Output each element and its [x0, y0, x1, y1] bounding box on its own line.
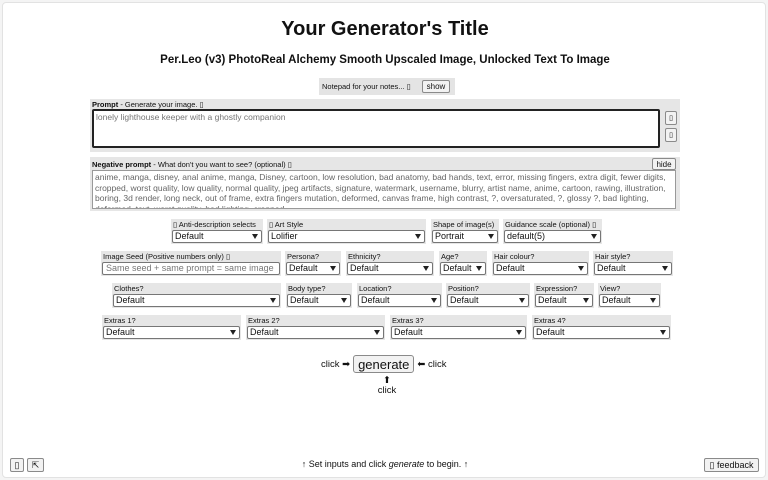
position-select[interactable]: Default: [447, 294, 529, 307]
generate-right-hint: ⬅ click: [417, 358, 447, 370]
footer-instruction-em: generate: [388, 459, 425, 469]
art-style-label: ▯ Art Style: [269, 220, 304, 229]
page-title: Your Generator's Title: [281, 18, 489, 40]
generate-left-hint: click ➡: [321, 358, 351, 370]
extras-2-select[interactable]: Default: [247, 326, 384, 339]
clothes-field: Clothes? Default: [112, 283, 281, 308]
extras-2-field: Extras 2? Default: [246, 315, 385, 340]
ethnicity-field: Ethnicity? Default: [346, 251, 434, 276]
age-select[interactable]: Default: [440, 262, 486, 275]
notepad-show-button[interactable]: show: [422, 80, 450, 93]
guidance-select[interactable]: default(5): [504, 230, 601, 243]
persona-select[interactable]: Default: [286, 262, 340, 275]
expression-select[interactable]: Default: [535, 294, 593, 307]
generate-button[interactable]: generate: [353, 355, 415, 373]
anti-description-select[interactable]: Default: [172, 230, 262, 243]
art-style-field: ▯ Art Style Lolifier: [267, 219, 426, 244]
art-style-select[interactable]: Lolifier: [268, 230, 425, 243]
footer-left-button[interactable]: ▯: [10, 458, 24, 472]
anti-description-label: ▯ Anti-description selects: [173, 220, 256, 229]
negative-prompt-label-bold: Negative prompt: [92, 160, 152, 169]
prompt-label-rest: - Generate your image. ▯: [118, 100, 204, 109]
generate-below-hint: ⬆ click: [375, 376, 399, 396]
expand-icon[interactable]: ⇱: [27, 458, 44, 472]
view-field: View? Default: [598, 283, 661, 308]
prompt-label-bold: Prompt: [92, 100, 119, 109]
clothes-select[interactable]: Default: [113, 294, 280, 307]
clothes-label: Clothes?: [114, 284, 144, 293]
age-field: Age? Default: [439, 251, 487, 276]
location-label: Location?: [359, 284, 392, 293]
location-field: Location? Default: [357, 283, 442, 308]
extras-3-select[interactable]: Default: [391, 326, 526, 339]
extras-1-select[interactable]: Default: [103, 326, 240, 339]
footer-instruction-post: to begin. ↑: [424, 459, 469, 469]
prompt-label: Prompt - Generate your image. ▯: [92, 100, 204, 109]
page-subtitle: Per.Leo (v3) PhotoReal Alchemy Smooth Up…: [160, 54, 610, 66]
feedback-button[interactable]: ▯ feedback: [704, 458, 759, 472]
seed-field: Image Seed (Positive numbers only) ▯ Sam…: [101, 251, 281, 276]
negative-prompt-hide-button[interactable]: hide: [652, 158, 676, 170]
shape-field: Shape of image(s) Portrait: [431, 219, 499, 244]
view-select[interactable]: Default: [599, 294, 660, 307]
hair-style-field: Hair style? Default: [593, 251, 673, 276]
extras-1-label: Extras 1?: [104, 316, 136, 325]
negative-prompt-label: Negative prompt - What don't you want to…: [92, 160, 292, 169]
prompt-panel: Prompt - Generate your image. ▯ ▯ ▯: [90, 99, 680, 152]
footer-instruction-pre: ↑ Set inputs and click: [301, 459, 389, 469]
guidance-field: Guidance scale (optional) ▯ default(5): [503, 219, 602, 244]
hair-colour-label: Hair colour?: [494, 252, 535, 261]
extras-4-select[interactable]: Default: [533, 326, 670, 339]
negative-prompt-panel: Negative prompt - What don't you want to…: [90, 157, 680, 211]
generate-row: click ➡ generate ⬅ click: [321, 355, 446, 373]
seed-input[interactable]: Same seed + same prompt = same image: [102, 262, 280, 275]
prompt-side-button-top[interactable]: ▯: [665, 111, 677, 125]
anti-description-field: ▯ Anti-description selects Default: [171, 219, 263, 244]
ethnicity-select[interactable]: Default: [347, 262, 433, 275]
extras-3-label: Extras 3?: [392, 316, 424, 325]
negative-prompt-input[interactable]: anime, manga, disney, anal anime, manga,…: [92, 170, 676, 209]
extras-1-field: Extras 1? Default: [102, 315, 241, 340]
body-type-field: Body type? Default: [286, 283, 352, 308]
hair-colour-field: Hair colour? Default: [492, 251, 589, 276]
notepad-label: Notepad for your notes... ▯: [322, 82, 411, 91]
ethnicity-label: Ethnicity?: [348, 252, 381, 261]
negative-prompt-label-rest: - What don't you want to see? (optional)…: [151, 160, 292, 169]
seed-label: Image Seed (Positive numbers only) ▯: [103, 252, 231, 261]
expression-field: Expression? Default: [534, 283, 594, 308]
hair-colour-select[interactable]: Default: [493, 262, 588, 275]
persona-label: Persona?: [287, 252, 320, 261]
shape-select[interactable]: Portrait: [432, 230, 498, 243]
footer-instruction: ↑ Set inputs and click generate to begin…: [3, 459, 767, 469]
hair-style-select[interactable]: Default: [594, 262, 672, 275]
prompt-input[interactable]: [92, 109, 660, 148]
extras-2-label: Extras 2?: [248, 316, 280, 325]
generate-below-hint-text: click: [377, 385, 397, 396]
position-label: Position?: [448, 284, 479, 293]
body-type-label: Body type?: [288, 284, 326, 293]
age-label: Age?: [441, 252, 459, 261]
notepad-bar: Notepad for your notes... ▯ show: [319, 78, 455, 95]
shape-label: Shape of image(s): [433, 220, 495, 229]
extras-4-label: Extras 4?: [534, 316, 566, 325]
expression-label: Expression?: [536, 284, 578, 293]
view-label: View?: [600, 284, 621, 293]
generator-page: Your Generator's Title Per.Leo (v3) Phot…: [2, 2, 766, 478]
body-type-select[interactable]: Default: [287, 294, 351, 307]
persona-field: Persona? Default: [285, 251, 341, 276]
extras-3-field: Extras 3? Default: [390, 315, 527, 340]
extras-4-field: Extras 4? Default: [532, 315, 671, 340]
prompt-side-button-bottom[interactable]: ▯: [665, 128, 677, 142]
guidance-label: Guidance scale (optional) ▯: [505, 220, 597, 229]
position-field: Position? Default: [446, 283, 530, 308]
hair-style-label: Hair style?: [595, 252, 631, 261]
location-select[interactable]: Default: [358, 294, 441, 307]
